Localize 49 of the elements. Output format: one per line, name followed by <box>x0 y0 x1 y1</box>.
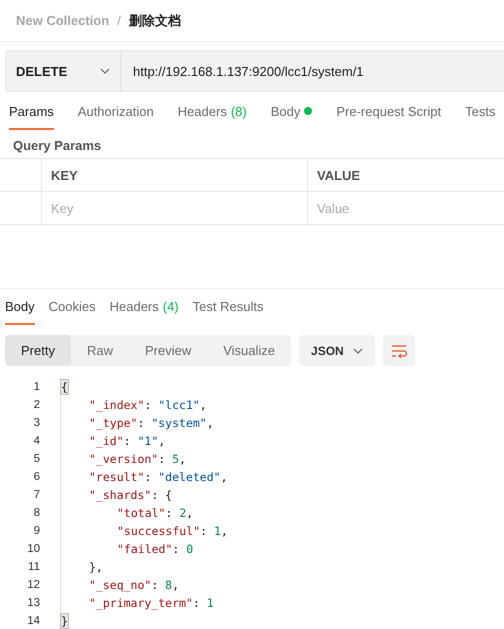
code-line: "failed": 0 <box>117 542 194 556</box>
wrap-lines-icon <box>391 344 408 358</box>
response-tab[interactable]: Test Results <box>192 295 264 325</box>
response-tab[interactable]: Cookies <box>48 295 96 325</box>
column-header: KEY <box>42 159 308 191</box>
view-mode-button[interactable]: Pretty <box>5 335 71 366</box>
line-number: 2 <box>32 399 40 411</box>
line-number: 13 <box>26 597 40 609</box>
line-number: 6 <box>32 471 40 483</box>
request-tab[interactable]: Headers (8) <box>178 100 247 130</box>
line-number: 7 <box>32 489 40 501</box>
request-tab[interactable]: Body <box>270 100 312 130</box>
code-line: "_version": 5, <box>89 452 186 466</box>
line-number: 14 <box>26 615 40 627</box>
line-number: 11 <box>27 561 40 573</box>
code-line: }, <box>89 560 103 574</box>
line-number: 10 <box>26 543 40 555</box>
line-number: 5 <box>32 453 40 465</box>
view-mode-button[interactable]: Preview <box>128 335 208 366</box>
format-dropdown[interactable]: JSON <box>299 335 376 366</box>
code-line: "_type": "system", <box>89 416 214 430</box>
breadcrumb-separator: / <box>117 13 121 28</box>
code-line: "successful": 1, <box>117 524 228 538</box>
code-line: "result": "deleted", <box>89 470 228 484</box>
request-tab[interactable]: Authorization <box>78 100 154 130</box>
column-header: VALUE <box>316 166 362 184</box>
request-tab[interactable]: Pre-request Script <box>336 100 442 130</box>
code-line: "_id": "1", <box>89 434 166 448</box>
code-line: "_seq_no": 8, <box>89 578 180 592</box>
line-number: 3 <box>32 417 40 429</box>
line-number: 12 <box>26 579 40 591</box>
request-name: 删除文档 <box>128 12 181 30</box>
line-number: 8 <box>32 507 40 519</box>
wrap-button[interactable] <box>383 335 416 366</box>
request-tab[interactable]: Tests <box>465 100 496 130</box>
section-title: Query Params <box>12 137 102 155</box>
code-line: "_shards": { <box>89 488 172 502</box>
code-line: "_primary_term": 1 <box>89 596 214 610</box>
line-number: 4 <box>32 435 40 447</box>
code-line: "total": 2, <box>117 506 194 520</box>
request-tab[interactable]: Params <box>9 100 54 130</box>
view-mode-button[interactable]: Visualize <box>207 335 292 366</box>
chevron-down-icon <box>353 348 364 354</box>
line-number: 1 <box>32 381 40 393</box>
view-mode-button[interactable]: Raw <box>70 335 129 366</box>
response-tab[interactable]: Headers (4) <box>110 295 179 325</box>
code-line: "_index": "lcc1", <box>89 398 207 412</box>
response-tab[interactable]: Body <box>5 295 35 325</box>
line-number: 9 <box>32 525 40 537</box>
